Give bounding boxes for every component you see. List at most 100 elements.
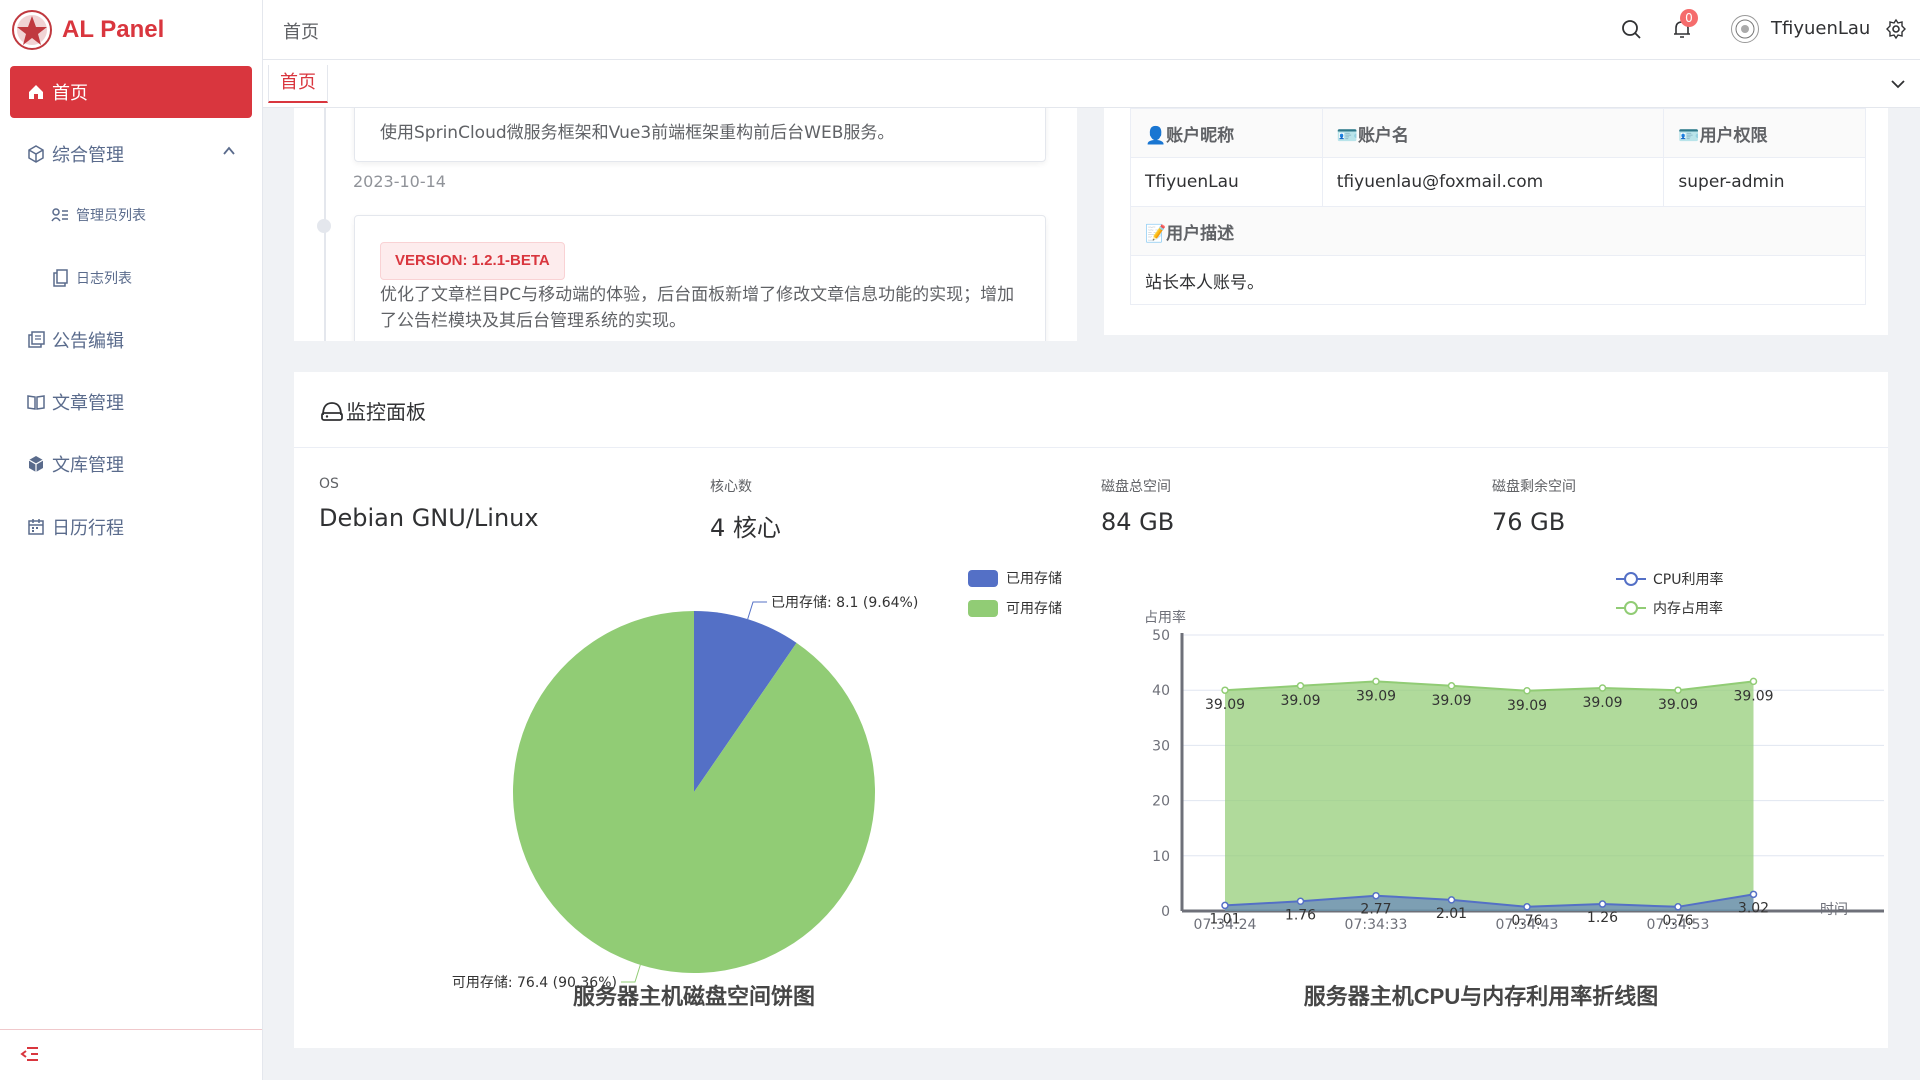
library-icon [26, 454, 46, 474]
sidebar: AL Panel 首页 综合管理 管理员列表 日志列表 公告编辑 文章管理 文库… [0, 0, 263, 1080]
data-label: 0.76 [1511, 913, 1542, 929]
breadcrumb[interactable]: 首页 [283, 18, 319, 44]
data-point[interactable] [1523, 687, 1531, 695]
monitor-header: 监控面板 [294, 372, 1888, 448]
stat-cores: 核心数 4 核心 [710, 476, 781, 543]
timeline-dot [317, 219, 331, 233]
data-label: 0.76 [1662, 913, 1693, 929]
data-point[interactable] [1221, 901, 1229, 910]
chart-title: 服务器主机磁盘空间饼图 [573, 984, 815, 1009]
sidebar-item-general[interactable]: 综合管理 [10, 128, 252, 180]
legend-label[interactable]: 内存占用率 [1653, 600, 1723, 617]
users-list-icon [50, 205, 70, 225]
legend-label[interactable]: CPU利用率 [1653, 571, 1723, 588]
data-point[interactable] [1674, 903, 1682, 911]
sidebar-item-label: 综合管理 [52, 145, 124, 166]
notification-badge: 0 [1680, 9, 1698, 27]
legend-marker[interactable] [1624, 572, 1638, 586]
clipboard-icon [50, 268, 70, 288]
data-point[interactable] [1447, 896, 1456, 904]
sidebar-item-label: 日志列表 [76, 271, 132, 287]
legend-swatch[interactable] [968, 570, 998, 587]
data-label: 39.09 [1733, 688, 1773, 704]
legend-swatch[interactable] [968, 600, 998, 617]
nickname-header: 👤账户昵称 [1130, 108, 1323, 158]
chevron-down-icon[interactable] [1890, 76, 1906, 92]
data-point[interactable] [1447, 682, 1456, 690]
timeline-date: 2023-10-14 [353, 172, 446, 191]
data-point[interactable] [1674, 686, 1682, 694]
data-label: 39.09 [1431, 693, 1471, 709]
data-label: 39.09 [1507, 698, 1547, 714]
tab-home[interactable]: 首页 [268, 65, 328, 103]
stat-value: 84 GB [1101, 508, 1175, 536]
pie-slice[interactable] [513, 611, 875, 973]
sidebar-item-notice[interactable]: 公告编辑 [10, 314, 252, 366]
server-icon [321, 401, 343, 421]
avatar[interactable] [1731, 15, 1759, 43]
sidebar-item-label: 首页 [52, 83, 88, 104]
y-tick-label: 0 [1161, 904, 1170, 920]
legend-label[interactable]: 已用存储 [1006, 571, 1062, 587]
data-label: 39.09 [1658, 697, 1698, 713]
logo-icon [12, 10, 52, 50]
timeline-entry: 使用SprinCloud微服务框架和Vue3前端框架重构前后台WEB服务。 [354, 108, 1046, 162]
timeline-entry: VERSION: 1.2.1-BETA 优化了文章栏目PC与移动端的体验，后台面… [354, 215, 1046, 341]
description-header: 📝用户描述 [1130, 206, 1866, 256]
sidebar-item-articles[interactable]: 文章管理 [10, 376, 252, 428]
data-point[interactable] [1598, 900, 1607, 908]
notice-icon [26, 330, 46, 350]
account-name-value: tfiyuenlau@foxmail.com [1321, 157, 1665, 207]
y-tick-label: 30 [1152, 738, 1170, 754]
sidebar-item-calendar[interactable]: 日历行程 [10, 501, 252, 553]
data-point[interactable] [1523, 903, 1531, 911]
monitor-title: 监控面板 [320, 396, 426, 425]
data-point[interactable] [1296, 897, 1305, 906]
data-label: 1.26 [1587, 910, 1618, 926]
data-point[interactable] [1598, 684, 1607, 692]
avatar-icon [1735, 19, 1755, 39]
sidebar-item-label: 文章管理 [52, 393, 124, 414]
role-value: super-admin [1663, 157, 1866, 207]
sidebar-item-home[interactable]: 首页 [10, 66, 252, 118]
username[interactable]: TfiyuenLau [1771, 18, 1870, 39]
data-point[interactable] [1749, 890, 1758, 899]
stat-disk-free: 磁盘剩余空间 76 GB [1492, 476, 1576, 536]
sidebar-item-label: 公告编辑 [52, 331, 124, 352]
data-point[interactable] [1221, 686, 1229, 694]
collapse-menu-icon[interactable] [20, 1044, 40, 1064]
data-point[interactable] [1296, 682, 1305, 690]
account-name-header: 🪪账户名 [1321, 108, 1665, 158]
data-point[interactable] [1372, 891, 1380, 900]
legend-label[interactable]: 可用存储 [1006, 601, 1062, 617]
monitor-panel: 监控面板 OS Debian GNU/Linux 核心数 4 核心 磁盘总空间 … [294, 372, 1888, 1048]
tags-bar: 首页 [263, 60, 1920, 108]
cpu-memory-line-chart: 0102030405007:34:24 07:34:33 07:34:43 07:34… [1144, 571, 1884, 1009]
stat-value: Debian GNU/Linux [319, 504, 539, 532]
y-tick-label: 50 [1152, 628, 1170, 644]
stat-disk-total: 磁盘总空间 84 GB [1101, 476, 1174, 536]
sidebar-item-logs[interactable]: 日志列表 [10, 252, 252, 304]
y-tick-label: 40 [1152, 683, 1170, 699]
pie-label-line [747, 601, 768, 620]
data-label: 39.09 [1582, 695, 1622, 711]
data-label: 39.09 [1356, 688, 1396, 704]
chart-title: 服务器主机CPU与内存利用率折线图 [1304, 984, 1658, 1009]
legend-marker[interactable] [1624, 601, 1638, 615]
version-tag: VERSION: 1.2.1-BETA [380, 242, 565, 280]
sidebar-item-label: 文库管理 [52, 455, 124, 476]
sidebar-item-library[interactable]: 文库管理 [10, 438, 252, 490]
data-point[interactable] [1372, 677, 1380, 686]
data-label: 2.01 [1436, 906, 1467, 922]
gear-icon[interactable] [1885, 18, 1907, 40]
sidebar-item-admins[interactable]: 管理员列表 [10, 189, 252, 241]
data-label: 2.77 [1360, 902, 1391, 918]
timeline-entry-text: 使用SprinCloud微服务框架和Vue3前端框架重构前后台WEB服务。 [380, 123, 895, 143]
logo[interactable]: AL Panel [12, 10, 164, 50]
search-icon[interactable] [1620, 18, 1642, 40]
series-area [1225, 681, 1754, 911]
sidebar-item-label: 日历行程 [52, 518, 124, 539]
data-point[interactable] [1749, 677, 1758, 686]
sidebar-footer [0, 1029, 262, 1080]
stat-value: 76 GB [1492, 508, 1566, 536]
